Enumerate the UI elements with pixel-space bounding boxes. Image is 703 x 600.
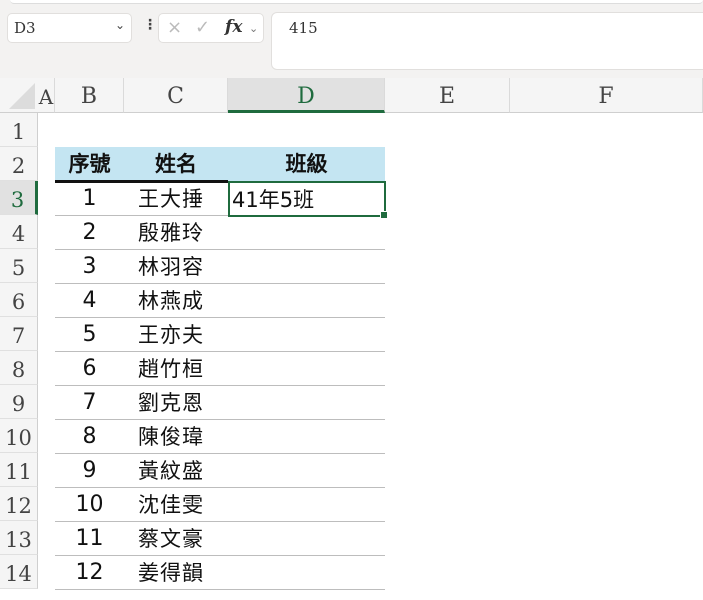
cell-no[interactable]: 10 [55, 487, 124, 521]
row-header-12[interactable]: 12 [0, 487, 38, 521]
column-header-a[interactable]: A [38, 78, 55, 113]
ribbon-edge [10, 0, 703, 4]
row-header-11[interactable]: 11 [0, 453, 38, 487]
formula-input[interactable]: 415 [271, 12, 703, 70]
enter-icon[interactable]: ✓ [195, 17, 210, 38]
row-header-2[interactable]: 2 [0, 147, 38, 181]
row-header-3[interactable]: 3 [0, 181, 38, 215]
cell-name[interactable]: 蔡文豪 [138, 521, 228, 555]
row-header-5[interactable]: 5 [0, 249, 38, 283]
formula-buttons: × ✓ fx ⌄ [158, 13, 264, 43]
cell-no[interactable]: 8 [55, 419, 124, 453]
name-box[interactable]: D3 ⌄ [7, 13, 132, 43]
cell-no[interactable]: 4 [55, 283, 124, 317]
cell-name[interactable]: 林燕成 [138, 283, 228, 317]
row-divider [55, 589, 385, 590]
cell-name[interactable]: 黃紋盛 [138, 453, 228, 487]
chevron-down-icon[interactable]: ⌄ [249, 22, 258, 35]
name-box-value: D3 [14, 19, 36, 37]
row-header-13[interactable]: 13 [0, 521, 38, 555]
chevron-down-icon[interactable]: ⌄ [115, 18, 125, 32]
cell-name[interactable]: 劉克恩 [138, 385, 228, 419]
insert-function-icon[interactable]: fx [225, 17, 242, 37]
cell-no[interactable]: 5 [55, 317, 124, 351]
cell-name[interactable]: 王大捶 [138, 181, 228, 215]
header-no[interactable]: 序號 [55, 147, 124, 181]
header-class[interactable]: 班級 [228, 147, 385, 181]
select-all-button[interactable] [0, 78, 38, 113]
cell-no[interactable]: 6 [55, 351, 124, 385]
cell-d3-value[interactable]: 41年5班 [232, 183, 314, 217]
cancel-icon[interactable]: × [167, 17, 182, 38]
row-header-8[interactable]: 8 [0, 351, 38, 385]
cell-name[interactable]: 趙竹桓 [138, 351, 228, 385]
cell-no[interactable]: 1 [55, 181, 124, 215]
row-header-14[interactable]: 14 [0, 555, 38, 589]
cell-name[interactable]: 沈佳雯 [138, 487, 228, 521]
row-header-10[interactable]: 10 [0, 419, 38, 453]
cell-name[interactable]: 姜得韻 [138, 555, 228, 589]
cell-no[interactable]: 11 [55, 521, 124, 555]
row-header-9[interactable]: 9 [0, 385, 38, 419]
row-header-1[interactable]: 1 [0, 113, 38, 147]
column-header-f[interactable]: F [510, 78, 703, 113]
header-name[interactable]: 姓名 [124, 147, 228, 181]
cell-no[interactable]: 12 [55, 555, 124, 589]
column-header-c[interactable]: C [124, 78, 228, 113]
cell-no[interactable]: 7 [55, 385, 124, 419]
column-header-d[interactable]: D [228, 78, 385, 113]
column-header-e[interactable]: E [385, 78, 510, 113]
cell-name[interactable]: 殷雅玲 [138, 215, 228, 249]
cell-no[interactable]: 9 [55, 453, 124, 487]
column-header-b[interactable]: B [55, 78, 124, 113]
cell-no[interactable]: 3 [55, 249, 124, 283]
cell-name[interactable]: 王亦夫 [138, 317, 228, 351]
cell-name[interactable]: 陳俊瑋 [138, 419, 228, 453]
row-header-4[interactable]: 4 [0, 215, 38, 249]
more-options-icon[interactable]: ⋮ [143, 17, 157, 33]
cell-name[interactable]: 林羽容 [138, 249, 228, 283]
row-header-6[interactable]: 6 [0, 283, 38, 317]
cell-no[interactable]: 2 [55, 215, 124, 249]
row-header-7[interactable]: 7 [0, 317, 38, 351]
